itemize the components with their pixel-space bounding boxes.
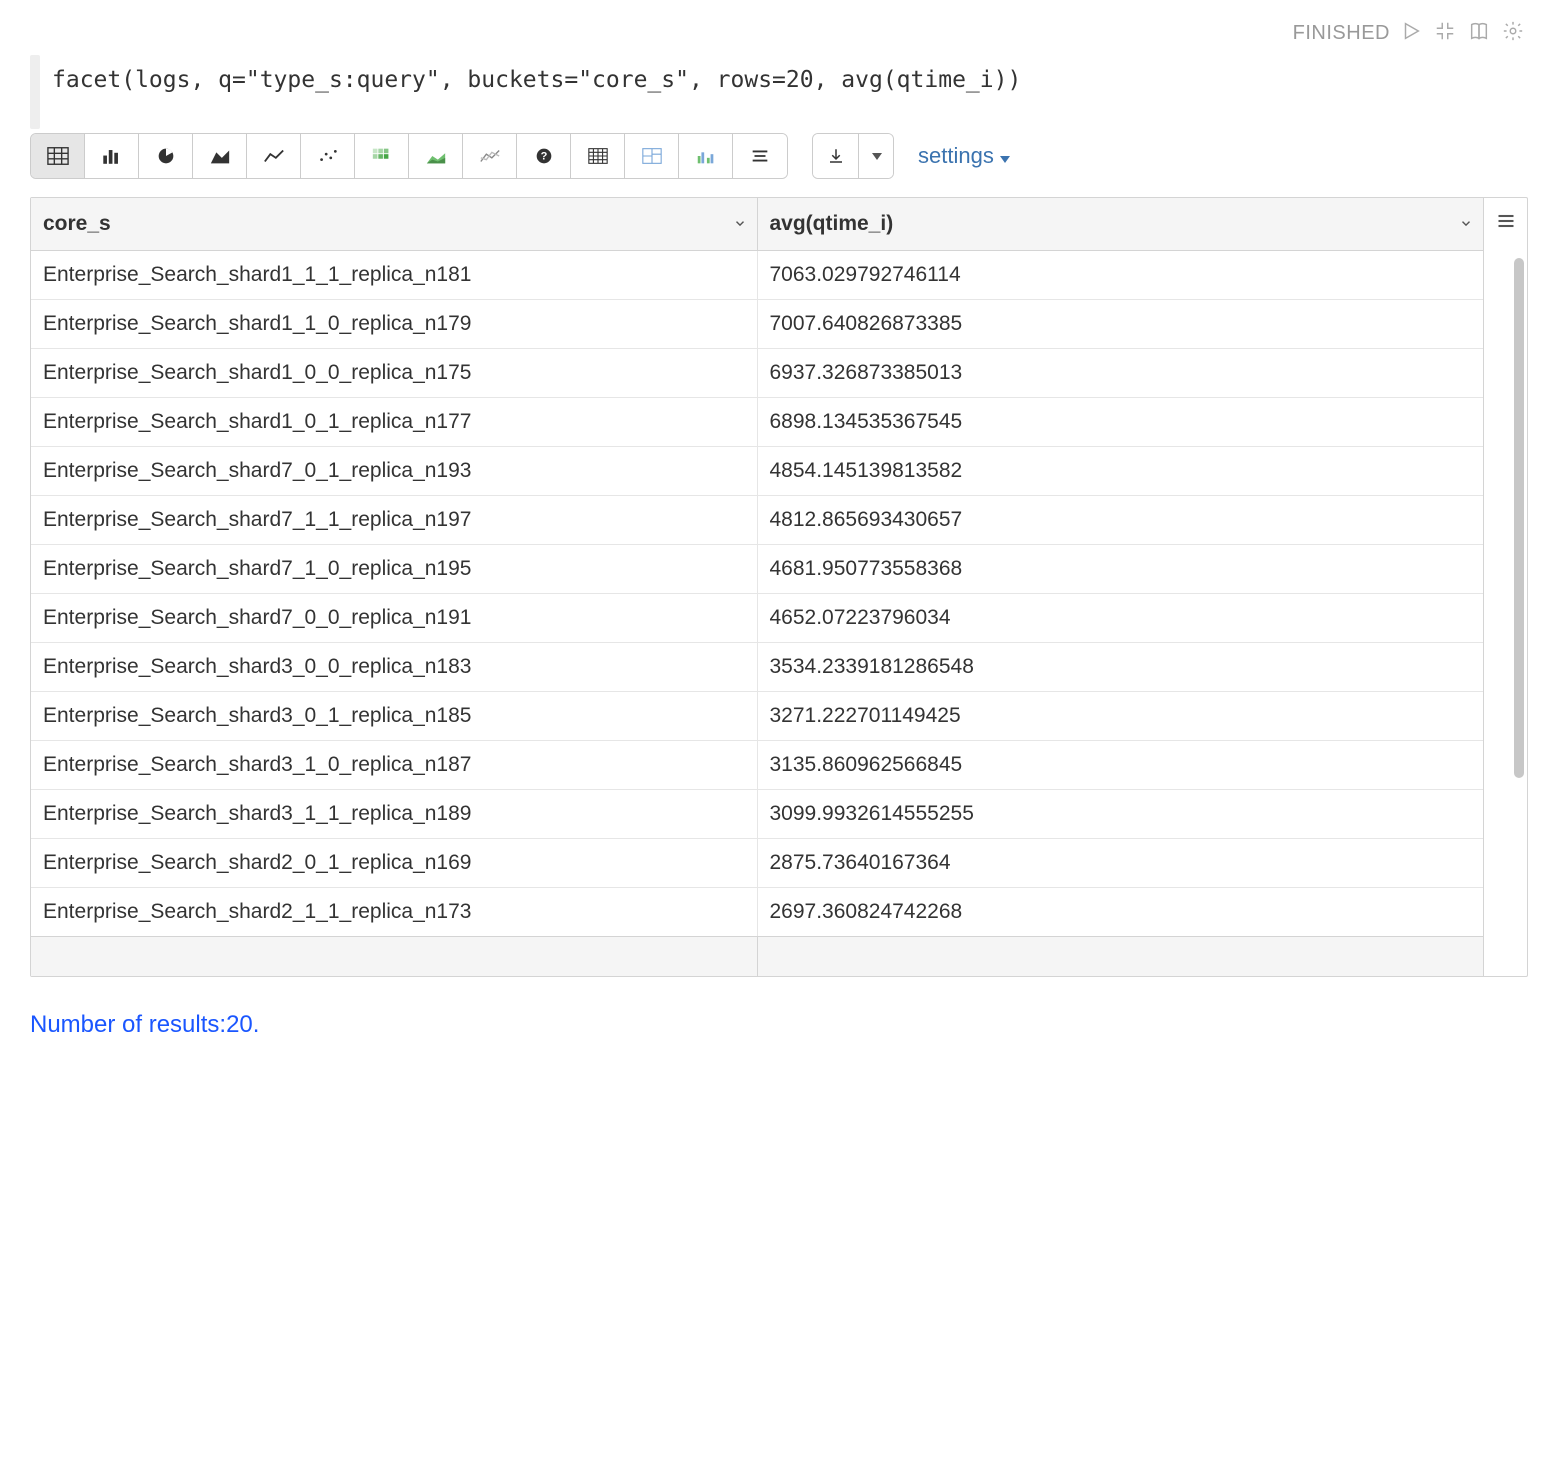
cell-avg: 7063.029792746114 <box>757 251 1483 300</box>
cell-core: Enterprise_Search_shard7_1_0_replica_n19… <box>31 545 757 594</box>
scrollbar-thumb[interactable] <box>1514 258 1524 778</box>
table-row[interactable]: Enterprise_Search_shard1_0_1_replica_n17… <box>31 398 1483 447</box>
cell-core: Enterprise_Search_shard3_1_0_replica_n18… <box>31 741 757 790</box>
table-row[interactable]: Enterprise_Search_shard3_1_1_replica_n18… <box>31 790 1483 839</box>
cell-avg: 4652.07223796034 <box>757 594 1483 643</box>
cell-core: Enterprise_Search_shard2_0_1_replica_n16… <box>31 839 757 888</box>
scatter-chart-button[interactable] <box>301 134 355 178</box>
svg-text:?: ? <box>540 151 547 163</box>
cell-core: Enterprise_Search_shard1_0_1_replica_n17… <box>31 398 757 447</box>
table-row[interactable]: Enterprise_Search_shard7_0_0_replica_n19… <box>31 594 1483 643</box>
area-chart-button[interactable] <box>193 134 247 178</box>
cell-avg: 6937.326873385013 <box>757 349 1483 398</box>
heatmap-button[interactable] <box>355 134 409 178</box>
help-button[interactable]: ? <box>517 134 571 178</box>
status-label: FINISHED <box>1293 22 1390 45</box>
table-row[interactable]: Enterprise_Search_shard3_0_0_replica_n18… <box>31 643 1483 692</box>
column-header-avg[interactable]: avg(qtime_i) <box>757 198 1483 251</box>
header-actions <box>1400 20 1524 47</box>
code-text[interactable]: facet(logs, q="type_s:query", buckets="c… <box>48 55 1021 129</box>
cell-core: Enterprise_Search_shard3_1_1_replica_n18… <box>31 790 757 839</box>
code-area[interactable]: facet(logs, q="type_s:query", buckets="c… <box>30 55 1528 129</box>
download-caret[interactable] <box>859 134 893 178</box>
table-row[interactable]: Enterprise_Search_shard1_0_0_replica_n17… <box>31 349 1483 398</box>
results-table: core_s avg(qtime_i) Enterprise_Search_sh… <box>31 198 1483 936</box>
cell-core: Enterprise_Search_shard1_0_0_replica_n17… <box>31 349 757 398</box>
cell-core: Enterprise_Search_shard3_0_0_replica_n18… <box>31 643 757 692</box>
cell-header: FINISHED <box>30 20 1528 47</box>
cell-core: Enterprise_Search_shard1_1_1_replica_n18… <box>31 251 757 300</box>
settings-link[interactable]: settings <box>918 143 1010 169</box>
code-gutter <box>30 55 40 129</box>
results-grid: core_s avg(qtime_i) Enterprise_Search_sh… <box>30 197 1528 977</box>
cell-avg: 6898.134535367545 <box>757 398 1483 447</box>
pie-chart-button[interactable] <box>139 134 193 178</box>
table-row[interactable]: Enterprise_Search_shard7_1_0_replica_n19… <box>31 545 1483 594</box>
cell-avg: 3271.222701149425 <box>757 692 1483 741</box>
table-row[interactable]: Enterprise_Search_shard2_0_1_replica_n16… <box>31 839 1483 888</box>
cell-core: Enterprise_Search_shard7_1_1_replica_n19… <box>31 496 757 545</box>
grid-footer <box>31 936 1483 976</box>
cell-avg: 4854.145139813582 <box>757 447 1483 496</box>
table-row[interactable]: Enterprise_Search_shard3_1_0_replica_n18… <box>31 741 1483 790</box>
cell-avg: 2875.73640167364 <box>757 839 1483 888</box>
collapse-icon[interactable] <box>1434 20 1456 47</box>
grid-side-menu[interactable] <box>1483 198 1527 976</box>
cell-avg: 3135.860962566845 <box>757 741 1483 790</box>
cell-avg: 3534.2339181286548 <box>757 643 1483 692</box>
cell-avg: 7007.640826873385 <box>757 300 1483 349</box>
cell-avg: 2697.360824742268 <box>757 888 1483 937</box>
cell-avg: 4812.865693430657 <box>757 496 1483 545</box>
cell-core: Enterprise_Search_shard2_1_1_replica_n17… <box>31 888 757 937</box>
viz-toolbar: ? settings <box>30 133 1528 179</box>
cell-avg: 3099.9932614555255 <box>757 790 1483 839</box>
run-icon[interactable] <box>1400 20 1422 47</box>
table-row[interactable]: Enterprise_Search_shard1_1_0_replica_n17… <box>31 300 1483 349</box>
caret-down-icon <box>1000 143 1010 169</box>
stacked-area-button[interactable] <box>409 134 463 178</box>
menu-icon <box>1496 212 1516 230</box>
book-icon[interactable] <box>1468 20 1490 47</box>
table-row[interactable]: Enterprise_Search_shard3_0_1_replica_n18… <box>31 692 1483 741</box>
download-button[interactable] <box>813 134 859 178</box>
line-chart-button[interactable] <box>247 134 301 178</box>
cell-core: Enterprise_Search_shard1_1_0_replica_n17… <box>31 300 757 349</box>
cell-core: Enterprise_Search_shard7_0_0_replica_n19… <box>31 594 757 643</box>
table-row[interactable]: Enterprise_Search_shard2_1_1_replica_n17… <box>31 888 1483 937</box>
bar-chart-button[interactable] <box>85 134 139 178</box>
chevron-down-icon[interactable] <box>1459 212 1473 236</box>
table-view-button[interactable] <box>31 134 85 178</box>
settings-label: settings <box>918 143 994 169</box>
cell-avg: 4681.950773558368 <box>757 545 1483 594</box>
table-row[interactable]: Enterprise_Search_shard1_1_1_replica_n18… <box>31 251 1483 300</box>
table-row[interactable]: Enterprise_Search_shard7_1_1_replica_n19… <box>31 496 1483 545</box>
table-row[interactable]: Enterprise_Search_shard7_0_1_replica_n19… <box>31 447 1483 496</box>
chevron-down-icon[interactable] <box>733 212 747 236</box>
column-header-core[interactable]: core_s <box>31 198 757 251</box>
treemap-button[interactable] <box>625 134 679 178</box>
results-count: Number of results:20. <box>30 1011 1528 1039</box>
download-group <box>812 133 894 179</box>
grouped-bar-button[interactable] <box>679 134 733 178</box>
list-button[interactable] <box>733 134 787 178</box>
cell-core: Enterprise_Search_shard3_0_1_replica_n18… <box>31 692 757 741</box>
multiline-chart-button[interactable] <box>463 134 517 178</box>
pivot-button[interactable] <box>571 134 625 178</box>
gear-icon[interactable] <box>1502 20 1524 47</box>
cell-core: Enterprise_Search_shard7_0_1_replica_n19… <box>31 447 757 496</box>
chart-type-group: ? <box>30 133 788 179</box>
